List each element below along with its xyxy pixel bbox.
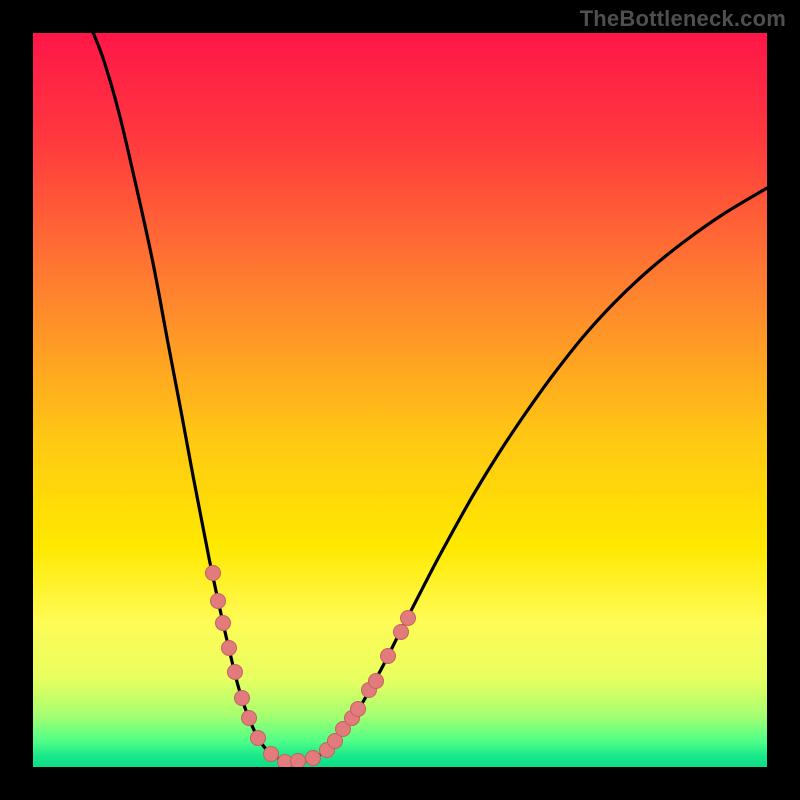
highlight-dot — [369, 674, 384, 689]
highlight-dot — [264, 747, 279, 762]
bottleneck-curve — [89, 33, 767, 762]
highlight-dot — [242, 711, 257, 726]
highlight-dot — [235, 691, 250, 706]
chart-canvas — [33, 33, 767, 767]
chart-frame: TheBottleneck.com — [0, 0, 800, 800]
highlight-dot — [216, 616, 231, 631]
highlight-dot — [251, 731, 266, 746]
highlight-dot — [211, 594, 226, 609]
highlight-dot — [291, 754, 306, 768]
highlight-dot — [401, 611, 416, 626]
watermark-text: TheBottleneck.com — [580, 6, 786, 32]
plot-area — [33, 33, 767, 767]
highlight-dot — [206, 566, 221, 581]
highlight-dot — [222, 641, 237, 656]
highlight-dot — [394, 625, 409, 640]
highlight-dot — [381, 649, 396, 664]
highlight-dot — [228, 665, 243, 680]
highlight-dot — [351, 702, 366, 717]
highlight-dot — [306, 751, 321, 766]
